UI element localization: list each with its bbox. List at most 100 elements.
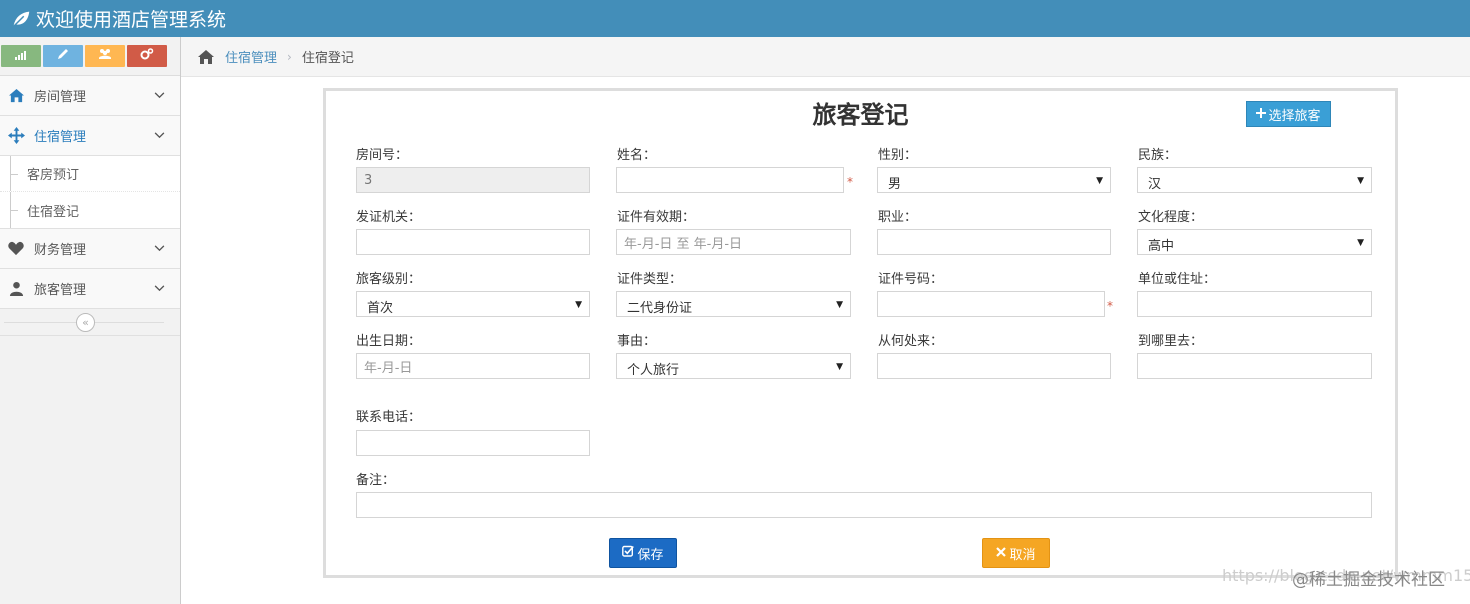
move-icon <box>6 127 26 145</box>
close-icon <box>996 546 1007 561</box>
sidebar-subitem-room-booking[interactable]: 客房预订 <box>0 156 180 192</box>
to-input[interactable] <box>1137 353 1372 379</box>
sidebar: 房间管理 住宿管理 客房预订 住宿登记 财务管理 旅客管理 « <box>0 37 181 604</box>
gender-select[interactable]: 男 ▼ <box>877 167 1111 193</box>
top-navbar: 欢迎使用酒店管理系统 <box>0 0 1470 37</box>
ethnicity-select[interactable]: 汉 ▼ <box>1137 167 1372 193</box>
breadcrumb-current: 住宿登记 <box>301 51 354 66</box>
home-icon[interactable] <box>197 49 215 65</box>
breadcrumb-link-stay-management[interactable]: 住宿管理 <box>225 47 277 66</box>
sidebar-shortcuts <box>0 37 180 76</box>
cancel-label: 取消 <box>1009 547 1036 563</box>
sidebar-collapse-button[interactable]: « <box>76 313 95 332</box>
guest-level-value: 首次 <box>367 300 394 316</box>
gender-label: 性别： <box>878 148 918 163</box>
address-label: 单位或住址： <box>1138 272 1217 287</box>
remarks-input[interactable] <box>356 492 1372 518</box>
sidebar-item-label: 房间管理 <box>34 90 87 105</box>
sidebar-item-label: 住宿管理 <box>34 130 87 145</box>
sidebar-item-room-management[interactable]: 房间管理 <box>0 76 180 116</box>
leaf-icon <box>10 8 32 30</box>
caret-down-icon: ▼ <box>1357 238 1364 248</box>
check-square-icon <box>622 545 635 561</box>
select-guest-button[interactable]: 选择旅客 <box>1246 101 1331 127</box>
issuing-authority-input[interactable] <box>356 229 590 255</box>
watermark-main: @稀土掘金技术社区 <box>1292 570 1445 590</box>
from-label: 从何处来： <box>878 334 944 349</box>
chevron-down-icon <box>148 282 170 296</box>
gender-value: 男 <box>888 176 902 192</box>
save-button[interactable]: 保存 <box>609 538 677 568</box>
watermark: https://blog.csdn.net/wmmm1520 @稀土掘金技术社区 <box>1222 566 1470 590</box>
guest-level-select[interactable]: 首次 ▼ <box>356 291 590 317</box>
education-label: 文化程度： <box>1138 210 1204 225</box>
to-label: 到哪里去： <box>1138 334 1204 349</box>
birth-date-input[interactable]: 年-月-日 <box>356 353 590 379</box>
ethnicity-label: 民族： <box>1138 148 1178 163</box>
address-input[interactable] <box>1137 291 1372 317</box>
ethnicity-value: 汉 <box>1148 176 1162 192</box>
occupation-label: 职业： <box>878 210 918 225</box>
phone-input[interactable] <box>356 430 590 456</box>
from-input[interactable] <box>877 353 1111 379</box>
remarks-label: 备注： <box>356 473 396 488</box>
shortcut-users-button[interactable] <box>85 45 125 67</box>
guest-level-label: 旅客级别： <box>356 272 422 287</box>
cancel-button[interactable]: 取消 <box>982 538 1050 568</box>
chevron-down-icon <box>148 242 170 256</box>
room-no-input: 3 <box>356 167 590 193</box>
sidebar-subitem-check-in[interactable]: 住宿登记 <box>0 192 180 228</box>
chevron-down-icon <box>148 129 170 143</box>
name-label: 姓名： <box>617 148 657 163</box>
cert-validity-label: 证件有效期： <box>617 210 696 225</box>
room-no-label: 房间号： <box>356 148 409 163</box>
issuing-authority-label: 发证机关： <box>356 210 422 225</box>
plus-icon <box>1256 107 1267 122</box>
save-label: 保存 <box>637 547 664 563</box>
pencil-icon <box>56 47 70 65</box>
cert-validity-input[interactable]: 年-月-日 至 年-月-日 <box>616 229 851 255</box>
sidebar-collapse-row: « <box>0 309 180 336</box>
users-icon <box>98 47 112 65</box>
select-guest-label: 选择旅客 <box>1268 108 1321 124</box>
reason-label: 事由： <box>617 334 657 349</box>
caret-down-icon: ▼ <box>1357 176 1364 186</box>
sidebar-item-finance-management[interactable]: 财务管理 <box>0 229 180 269</box>
cert-type-label: 证件类型： <box>617 272 683 287</box>
caret-down-icon: ▼ <box>836 362 843 372</box>
user-icon <box>6 280 26 298</box>
app-title: 欢迎使用酒店管理系统 <box>36 9 227 31</box>
shortcut-pencil-button[interactable] <box>43 45 83 67</box>
chevron-down-icon <box>148 89 170 103</box>
education-select[interactable]: 高中 ▼ <box>1137 229 1372 255</box>
cert-type-select[interactable]: 二代身份证 ▼ <box>616 291 851 317</box>
required-mark: * <box>847 175 853 189</box>
sidebar-item-stay-management[interactable]: 住宿管理 <box>0 116 180 156</box>
sidebar-item-guest-management[interactable]: 旅客管理 <box>0 269 180 309</box>
birth-date-label: 出生日期： <box>356 334 422 349</box>
caret-down-icon: ▼ <box>575 300 582 310</box>
breadcrumb-separator: › <box>287 49 292 64</box>
phone-label: 联系电话： <box>356 410 422 425</box>
signal-icon <box>14 47 28 65</box>
heart-icon <box>6 240 26 258</box>
education-value: 高中 <box>1148 238 1175 254</box>
sidebar-submenu-stay: 客房预订 住宿登记 <box>0 156 180 229</box>
cogs-icon <box>140 47 154 65</box>
required-mark: * <box>1107 299 1113 313</box>
guest-registration-panel: 旅客登记 选择旅客 房间号： 3 姓名： * 性别： 男 ▼ 民族： 汉 ▼ 发证机… <box>323 88 1398 578</box>
cert-number-input[interactable] <box>877 291 1105 317</box>
reason-select[interactable]: 个人旅行 ▼ <box>616 353 851 379</box>
occupation-input[interactable] <box>877 229 1111 255</box>
sidebar-item-label: 旅客管理 <box>34 283 87 298</box>
cert-number-label: 证件号码： <box>878 272 944 287</box>
form-title: 旅客登记 <box>812 101 909 129</box>
home-icon <box>6 87 26 105</box>
name-input[interactable] <box>616 167 844 193</box>
reason-value: 个人旅行 <box>627 362 680 378</box>
caret-down-icon: ▼ <box>1096 176 1103 186</box>
shortcut-cogs-button[interactable] <box>127 45 167 67</box>
shortcut-signal-button[interactable] <box>1 45 41 67</box>
cert-type-value: 二代身份证 <box>627 300 693 316</box>
breadcrumb: 住宿管理 › 住宿登记 <box>181 37 1470 77</box>
